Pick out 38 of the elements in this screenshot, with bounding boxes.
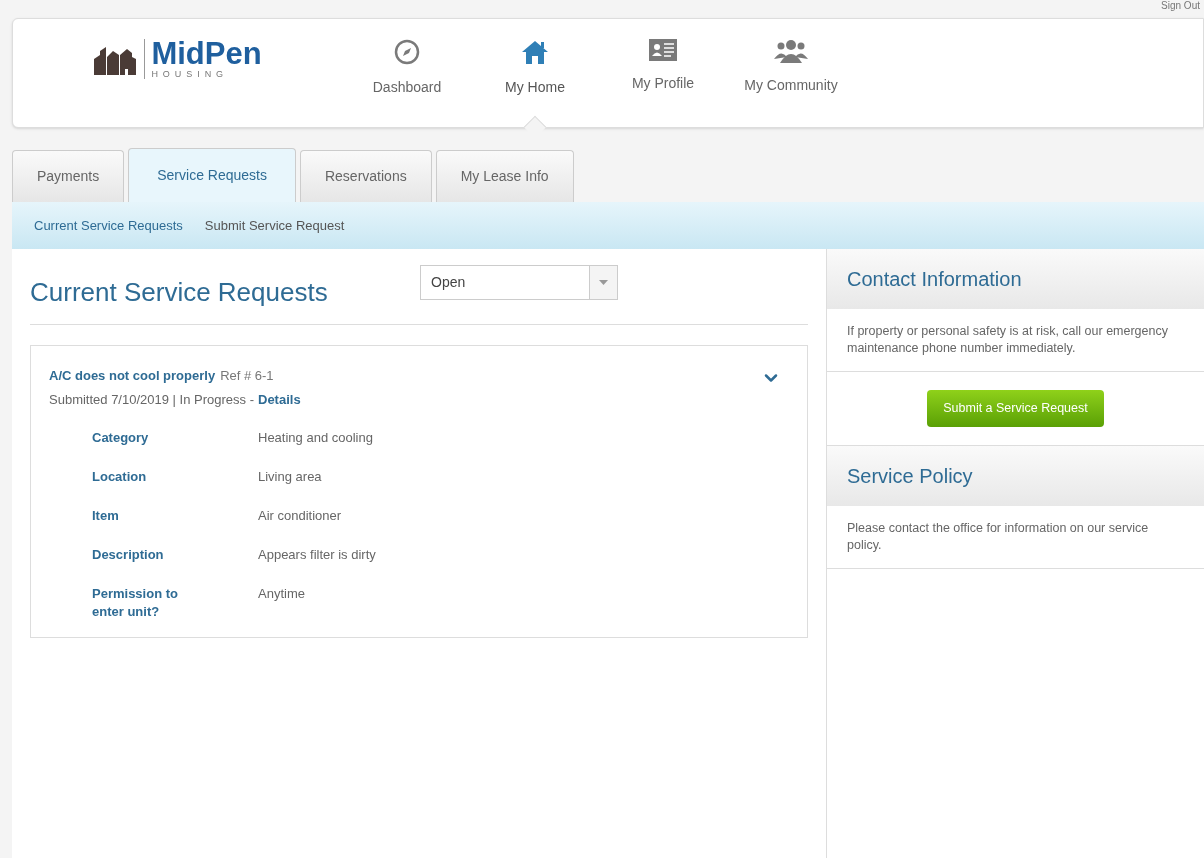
field-value: Anytime: [258, 585, 305, 603]
tab[interactable]: Service Requests: [128, 148, 296, 202]
tab[interactable]: Reservations: [299, 150, 432, 202]
field-value: Air conditioner: [258, 507, 342, 525]
dropdown-caret-icon: [599, 280, 608, 285]
status-dropdown[interactable]: Open: [420, 265, 618, 300]
nav-item[interactable]: My Profile: [599, 19, 727, 127]
compass-icon: [394, 39, 420, 65]
field-label: Item: [92, 507, 120, 525]
home-icon: [521, 39, 549, 65]
subnav-link[interactable]: Current Service Requests: [34, 215, 183, 236]
contact-text: If property or personal safety is at risk, call our emergency maintenance phone number immediately.: [827, 309, 1204, 372]
field-label: Category: [92, 429, 150, 447]
page-title: Current Service Requests: [30, 276, 329, 309]
request-title[interactable]: A/C does not cool properly: [49, 366, 216, 386]
field-value: Living area: [258, 468, 322, 486]
field-value: Appears filter is dirty: [258, 546, 376, 564]
sign-out-link[interactable]: Sign Out: [1161, 0, 1200, 18]
tab[interactable]: Payments: [12, 150, 125, 202]
logo-wordmark: MidPen: [151, 39, 262, 69]
field-value: Heating and cooling: [258, 429, 373, 447]
nav-item[interactable]: My Community: [727, 19, 855, 127]
tab[interactable]: My Lease Info: [435, 150, 574, 202]
section-heading: Contact Information: [827, 249, 1204, 309]
request-ref: Ref # 6-1: [220, 367, 274, 385]
field-label: Permission to enter unit?: [92, 585, 179, 621]
logo-tagline: HOUSING: [151, 69, 230, 79]
nav-item[interactable]: My Home: [471, 19, 599, 127]
field-label: Description: [92, 546, 165, 564]
section-heading: Service Policy: [827, 446, 1204, 506]
policy-text: Please contact the office for information on our service policy.: [827, 506, 1204, 569]
field-label: Location: [92, 468, 148, 486]
id-card-icon: [649, 39, 677, 61]
details-link[interactable]: Details: [258, 389, 301, 409]
nav-item[interactable]: Dashboard: [343, 19, 471, 127]
request-status: Submitted 7/10/2019 | In Progress -: [49, 390, 254, 409]
subnav-link[interactable]: Submit Service Request: [204, 215, 345, 236]
people-icon: [774, 39, 808, 63]
